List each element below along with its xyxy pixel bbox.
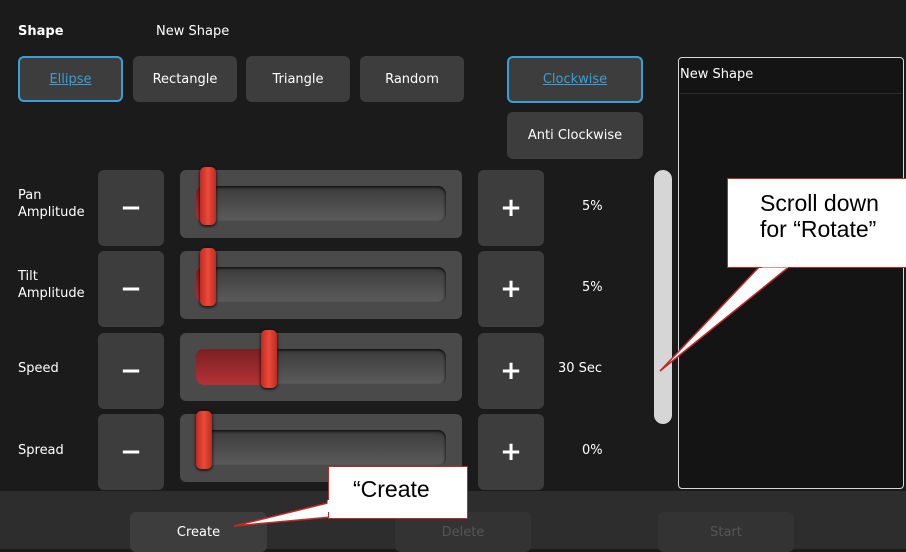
callout-seams: [327, 264, 788, 512]
